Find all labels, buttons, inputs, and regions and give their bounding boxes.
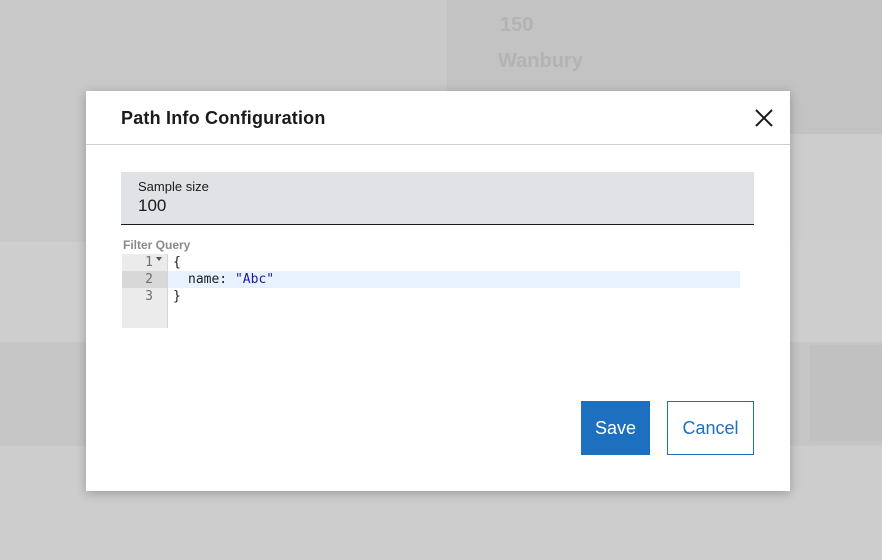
code-text: name: "Abc" bbox=[188, 271, 274, 288]
bg-text-1: 150 bbox=[500, 14, 534, 36]
editor-line[interactable]: 3 } bbox=[122, 288, 740, 305]
code-key: name: bbox=[188, 272, 228, 287]
filter-query-editor[interactable]: 1 { 2 name: "Abc" 3 } bbox=[122, 254, 740, 328]
filter-query-label: Filter Query bbox=[123, 238, 191, 252]
bg-card bbox=[810, 345, 882, 441]
code-text: { bbox=[173, 255, 181, 270]
line-number: 1 bbox=[145, 255, 153, 270]
close-icon bbox=[755, 109, 773, 127]
fold-arrow-icon[interactable] bbox=[156, 257, 162, 261]
code-text: } bbox=[173, 289, 181, 304]
dialog-header: Path Info Configuration bbox=[86, 91, 790, 145]
sample-size-field[interactable]: Sample size bbox=[121, 172, 754, 225]
dialog-title: Path Info Configuration bbox=[121, 108, 326, 128]
close-button[interactable] bbox=[752, 106, 776, 130]
line-number: 2 bbox=[145, 272, 153, 287]
sample-size-input[interactable] bbox=[138, 196, 738, 216]
path-info-dialog: Path Info Configuration Sample size Filt… bbox=[86, 91, 790, 491]
editor-line-active[interactable]: 2 name: "Abc" bbox=[122, 271, 740, 288]
cancel-button[interactable]: Cancel bbox=[667, 401, 754, 455]
bg-text-2: Wanbury bbox=[498, 50, 583, 72]
save-button[interactable]: Save bbox=[581, 401, 650, 455]
sample-size-label: Sample size bbox=[138, 179, 209, 194]
editor-line[interactable]: 1 { bbox=[122, 254, 740, 271]
code-string: "Abc" bbox=[234, 272, 275, 287]
line-number: 3 bbox=[145, 289, 153, 304]
